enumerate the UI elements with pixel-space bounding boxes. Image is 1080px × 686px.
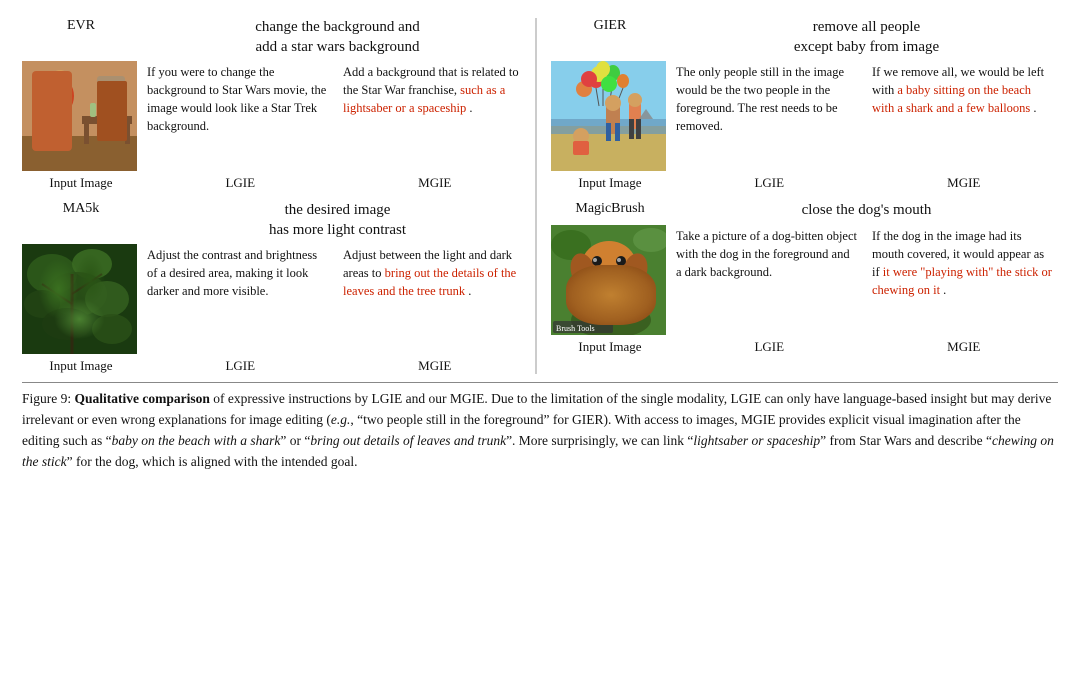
gier-lgie-label: LGIE: [675, 175, 864, 191]
ma5k-mgie-desc: Adjust between the light and dark areas …: [339, 244, 529, 302]
caption-bold: Qualitative comparison: [75, 391, 210, 406]
gier-title: remove all peopleexcept baby from image: [675, 18, 1058, 57]
magicbrush-input-image: Brush Tools: [551, 225, 666, 335]
evr-section: EVR change the background andadd a star …: [22, 18, 529, 191]
evr-mgie-label: MGIE: [341, 175, 530, 191]
ma5k-input-label: Input Image: [22, 358, 140, 374]
magicbrush-title: close the dog's mouth: [675, 201, 1058, 221]
gier-section: GIER remove all peopleexcept baby from i…: [551, 18, 1058, 191]
ma5k-title: the desired imagehas more light contrast: [146, 201, 529, 240]
gier-label: GIER: [551, 18, 669, 34]
ma5k-mgie-label: MGIE: [341, 358, 530, 374]
magicbrush-image-col: Brush Tools: [551, 225, 666, 335]
left-panel: EVR change the background andadd a star …: [22, 18, 529, 374]
figure-caption: Figure 9: Qualitative comparison of expr…: [22, 382, 1058, 473]
gier-mgie-desc: If we remove all, we would be left with …: [868, 61, 1058, 119]
gier-mgie-label: MGIE: [870, 175, 1059, 191]
magicbrush-section: MagicBrush close the dog's mouth: [551, 201, 1058, 355]
evr-title: change the background andadd a star wars…: [146, 18, 529, 57]
figure-number: Figure 9:: [22, 391, 71, 406]
ma5k-image-col: [22, 244, 137, 354]
evr-mgie-desc: Add a background that is related to the …: [339, 61, 529, 119]
panel-divider: [535, 18, 537, 374]
magicbrush-mgie-label: MGIE: [870, 339, 1059, 355]
top-section: EVR change the background andadd a star …: [22, 18, 1058, 374]
ma5k-lgie-desc: Adjust the contrast and brightness of a …: [143, 244, 333, 302]
ma5k-label: MA5k: [22, 201, 140, 217]
ma5k-input-image: [22, 244, 137, 354]
gier-input-label: Input Image: [551, 175, 669, 191]
evr-image-col: [22, 61, 137, 171]
magicbrush-input-label: Input Image: [551, 339, 669, 355]
magicbrush-lgie-desc: Take a picture of a dog-bitten object wi…: [672, 225, 862, 283]
gier-input-image: [551, 61, 666, 171]
evr-input-label: Input Image: [22, 175, 140, 191]
evr-input-image: [22, 61, 137, 171]
evr-lgie-label: LGIE: [146, 175, 335, 191]
evr-lgie-desc: If you were to change the background to …: [143, 61, 333, 138]
right-panel: GIER remove all peopleexcept baby from i…: [543, 18, 1058, 374]
gier-lgie-desc: The only people still in the image would…: [672, 61, 862, 138]
ma5k-section: MA5k the desired imagehas more light con…: [22, 201, 529, 374]
main-container: EVR change the background andadd a star …: [22, 18, 1058, 473]
ma5k-lgie-label: LGIE: [146, 358, 335, 374]
magicbrush-mgie-desc: If the dog in the image had its mouth co…: [868, 225, 1058, 302]
evr-label: EVR: [22, 18, 140, 34]
svg-text:Brush Tools: Brush Tools: [556, 324, 595, 333]
magicbrush-label: MagicBrush: [551, 201, 669, 217]
magicbrush-lgie-label: LGIE: [675, 339, 864, 355]
gier-image-col: [551, 61, 666, 171]
